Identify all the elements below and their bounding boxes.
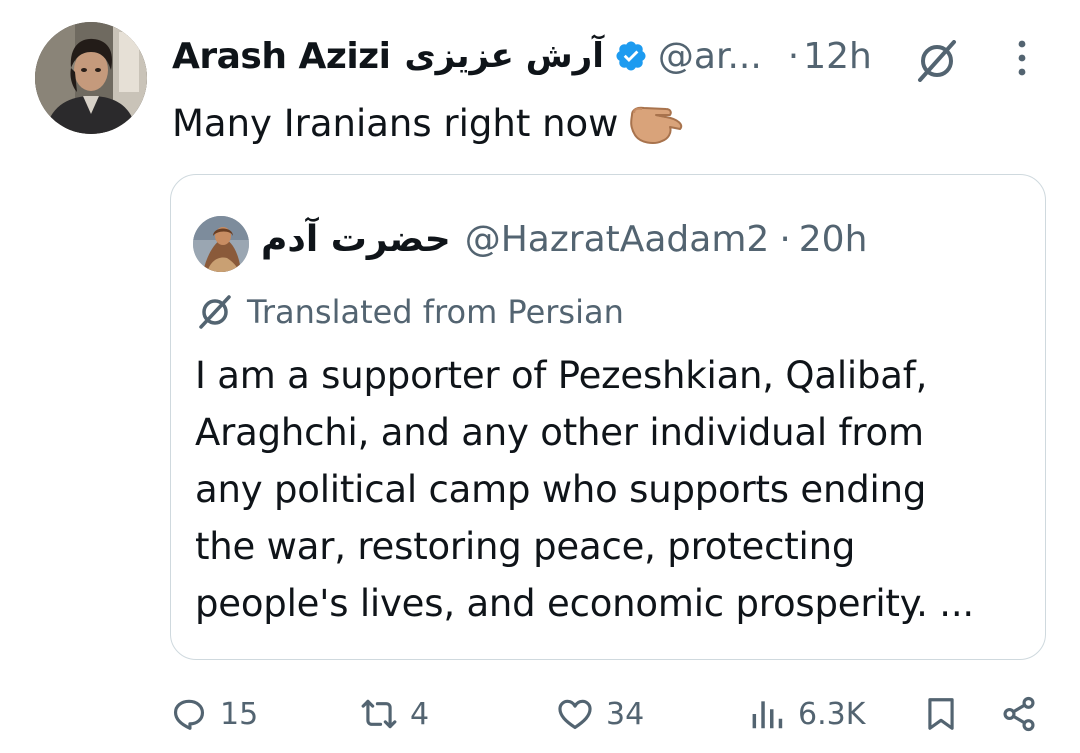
reply-count: 15 xyxy=(220,696,259,732)
bookmark-icon xyxy=(928,698,954,730)
quoted-author-handle[interactable]: @HazratAadam2 xyxy=(465,219,770,260)
views-button[interactable]: 6.3K xyxy=(748,690,865,738)
quoted-tweet-header: حضرت آدم @HazratAadam2 · 20h xyxy=(261,219,867,260)
separator-dot: · xyxy=(787,35,800,77)
share-button[interactable] xyxy=(1000,690,1038,738)
bookmark-button[interactable] xyxy=(922,690,960,738)
quoted-text-line: Araghchi, and any other individual from xyxy=(195,411,924,454)
repost-icon xyxy=(361,699,397,729)
verified-badge-icon xyxy=(616,41,646,71)
translated-notice[interactable]: Translated from Persian xyxy=(197,293,624,331)
views-count: 6.3K xyxy=(798,696,866,732)
quoted-tweet-card[interactable]: حضرت آدم @HazratAadam2 · 20h Translated … xyxy=(170,174,1046,660)
tweet-timestamp[interactable]: 12h xyxy=(803,36,872,77)
like-count: 34 xyxy=(606,696,645,732)
tweet-text-content: Many Iranians right now xyxy=(172,101,619,145)
author-handle[interactable]: @ar... xyxy=(658,36,762,77)
more-icon[interactable] xyxy=(1014,38,1030,78)
repost-count: 4 xyxy=(410,696,430,732)
author-avatar[interactable] xyxy=(35,22,147,134)
like-icon xyxy=(558,699,592,730)
views-icon xyxy=(752,701,783,729)
tweet-text: Many Iranians right now xyxy=(172,99,686,147)
quoted-text-line: any political camp who supports ending xyxy=(195,468,927,511)
separator-dot: · xyxy=(779,219,791,260)
author-name-persian[interactable]: آرش عزیزی xyxy=(404,36,603,76)
author-name[interactable]: Arash Azizi xyxy=(172,36,391,77)
translate-icon[interactable] xyxy=(914,40,960,82)
quoted-text-line: the war, restoring peace, protecting xyxy=(195,525,856,568)
quoted-text-line: I am a supporter of Pezeshkian, Qalibaf, xyxy=(195,354,928,397)
reply-button[interactable]: 15 xyxy=(170,690,258,738)
quoted-text-line: people's lives, and economic prosperity.… xyxy=(195,582,974,625)
share-icon xyxy=(1003,696,1035,732)
quoted-tweet-text: I am a supporter of Pezeshkian, Qalibaf,… xyxy=(195,347,1025,632)
quoted-author-name[interactable]: حضرت آدم xyxy=(261,219,451,260)
translate-icon xyxy=(199,295,231,329)
action-bar: 15 4 34 6.3K xyxy=(0,690,1080,740)
backhand-index-pointing-down-emoji xyxy=(630,106,683,144)
reply-icon xyxy=(173,699,205,730)
translated-label: Translated from Persian xyxy=(247,293,624,331)
like-button[interactable]: 34 xyxy=(556,690,644,738)
quoted-timestamp[interactable]: 20h xyxy=(799,219,868,260)
quoted-author-avatar[interactable] xyxy=(193,216,249,272)
repost-button[interactable]: 4 xyxy=(360,690,429,738)
